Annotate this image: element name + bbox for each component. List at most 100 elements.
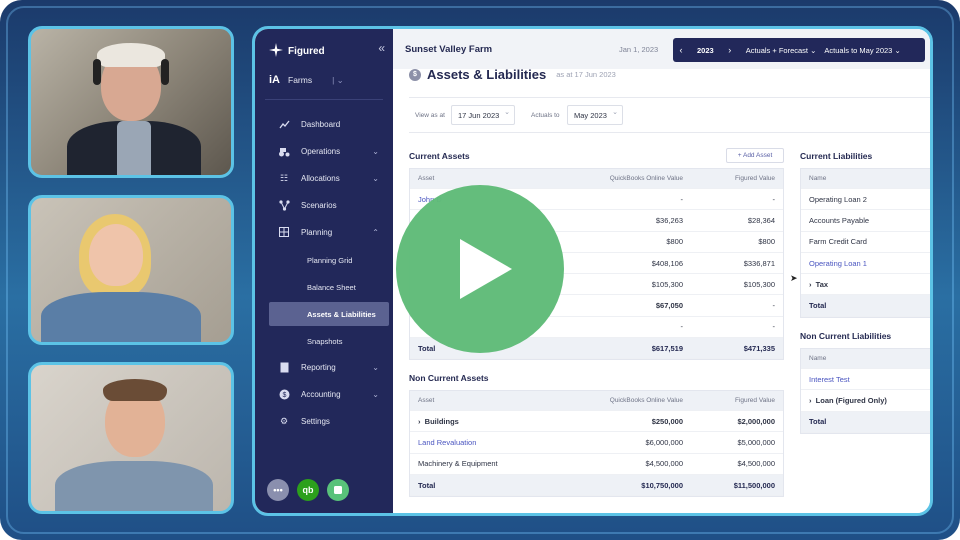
sidebar-subitem-assets-liabilities[interactable]: Assets & Liabilities (269, 302, 389, 326)
qbo-value: $800 (666, 237, 683, 247)
qbo-value: $250,000 (651, 416, 683, 426)
sidebar-item-operations[interactable]: Operations ⌄ (255, 140, 393, 162)
column-header: Figured Value (735, 175, 775, 182)
qbo-value: $105,300 (651, 279, 683, 289)
sidebar-subitem-planning-grid[interactable]: Planning Grid (269, 248, 389, 272)
actuals-to-label: Actuals to May 2023 (824, 45, 893, 55)
sidebar-item-label: Allocations (301, 173, 340, 183)
sidebar-item-accounting[interactable]: $ Accounting ⌄ (255, 383, 393, 405)
period-navigator: ‹ 2023 › Actuals + Forecast ⌄ Actuals to… (673, 38, 925, 62)
participant-video-2 (28, 195, 234, 345)
headphones-right (161, 59, 169, 85)
sidebar-item-label: Planning (301, 227, 333, 237)
actuals-to-dropdown[interactable]: Actuals to May 2023 ⌄ (824, 46, 900, 55)
svg-text:$: $ (282, 392, 286, 399)
more-icon[interactable]: ••• (267, 479, 289, 501)
sidebar-item-label: Dashboard (301, 119, 341, 129)
as-at-label: as at 17 Jun 2023 (556, 70, 616, 79)
figured-value: $5,000,000 (737, 437, 775, 447)
chart-line-icon (277, 117, 291, 131)
sidebar-item-settings[interactable]: ⚙ Settings (255, 410, 393, 432)
asset-name[interactable]: › Buildings (418, 417, 459, 426)
table-row[interactable]: › Buildings $250,000 $2,000,000 (410, 411, 783, 433)
table-row[interactable]: Accounts Payable (801, 210, 930, 232)
farm-logo-icon: iA (269, 74, 280, 86)
figured-value: $4,500,000 (737, 459, 775, 469)
dollar-icon: $ (277, 387, 291, 401)
add-asset-button[interactable]: + Add Asset (726, 148, 784, 163)
participant-shirt (117, 121, 151, 175)
liability-name-link[interactable]: Interest Test (809, 375, 850, 384)
sidebar-subitem-balance-sheet[interactable]: Balance Sheet (269, 275, 389, 299)
sidebar-item-label: Reporting (301, 362, 336, 372)
sidebar-item-dashboard[interactable]: Dashboard (255, 113, 393, 135)
actuals-to-value: May 2023 (574, 110, 607, 120)
chevron-right-icon[interactable]: › (722, 45, 738, 55)
play-button[interactable] (396, 185, 564, 353)
table-row[interactable]: Interest Test (801, 369, 930, 391)
total-qbo-value: $617,519 (651, 343, 683, 353)
sidebar-item-allocations[interactable]: ☷ Allocations ⌄ (255, 167, 393, 189)
view-as-at-select[interactable]: 17 Jun 2023 (451, 105, 515, 125)
quickbooks-icon[interactable]: qb (297, 479, 319, 501)
liability-name-link[interactable]: Operating Loan 1 (809, 259, 867, 268)
liability-name: Accounts Payable (809, 215, 870, 225)
branch-icon (277, 198, 291, 212)
qbo-value: - (680, 194, 684, 204)
chevron-right-icon: › (418, 416, 425, 426)
mode-dropdown[interactable]: Actuals + Forecast ⌄ (746, 46, 817, 55)
sidebar: Figured « iA Farms | ⌄ Dashboard Operati… (255, 29, 393, 513)
chevron-left-icon[interactable]: ‹ (673, 45, 689, 55)
liability-name: Farm Credit Card (809, 237, 867, 247)
mouse-cursor-icon: ➤ (790, 273, 798, 283)
table-total-row: Total (801, 411, 930, 433)
sidebar-item-planning[interactable]: Planning ⌃ (255, 221, 393, 243)
table-total-row: Total (801, 295, 930, 317)
actuals-to-select[interactable]: May 2023 (567, 105, 623, 125)
total-figured-value: $471,335 (743, 343, 775, 353)
table-row[interactable]: Land Revaluation $6,000,000 $5,000,000 (410, 432, 783, 454)
liability-name-label: Tax (815, 279, 829, 289)
participant-head (89, 224, 143, 286)
chevron-right-icon: › (809, 395, 816, 405)
double-chevron-left-icon[interactable]: « (378, 41, 385, 55)
liability-name[interactable]: › Loan (Figured Only) (809, 396, 887, 405)
sidebar-item-scenarios[interactable]: Scenarios (255, 194, 393, 216)
table-row[interactable]: Operating Loan 1 (801, 253, 930, 275)
table-row[interactable]: › Tax (801, 274, 930, 296)
table-row[interactable]: Farm Credit Card (801, 232, 930, 253)
liability-name[interactable]: › Tax (809, 280, 828, 289)
qbo-value: $36,263 (655, 215, 683, 225)
mode-label: Actuals + Forecast (745, 45, 809, 55)
table-row[interactable]: Operating Loan 2 (801, 189, 930, 211)
non-current-liabilities-title: Non Current Liabilities (800, 331, 892, 341)
sidebar-item-reporting[interactable]: Reporting ⌄ (255, 356, 393, 378)
total-label: Total (418, 480, 436, 490)
table-row[interactable]: › Loan (Figured Only) (801, 390, 930, 412)
column-header: Name (809, 175, 827, 182)
chevron-down-icon: ⌄ (372, 146, 379, 156)
table-row[interactable]: Machinery & Equipment $4,500,000 $4,500,… (410, 454, 783, 475)
liability-name: Operating Loan 2 (809, 194, 867, 204)
total-qbo-value: $10,750,000 (641, 480, 683, 490)
sidebar-subitem-label: Planning Grid (307, 255, 353, 265)
top-bar: Sunset Valley Farm Jan 1, 2023 ‹ 2023 › … (393, 29, 930, 69)
non-current-assets-title: Non Current Assets (409, 373, 489, 383)
participant-body (41, 292, 201, 342)
current-liabilities-title: Current Liabilities (800, 151, 873, 161)
sidebar-item-label: Scenarios (301, 200, 337, 210)
sidebar-divider (265, 99, 383, 100)
farm-switcher[interactable]: iA Farms | ⌄ (269, 74, 344, 86)
sidebar-subitem-snapshots[interactable]: Snapshots (269, 329, 389, 353)
page-title: Assets & Liabilities (427, 67, 547, 82)
table-total-row: Total $10,750,000 $11,500,000 (410, 474, 783, 497)
total-label: Total (418, 343, 436, 353)
current-assets-title: Current Assets (409, 151, 470, 161)
brand-logo[interactable]: Figured (269, 43, 325, 60)
asset-name-link[interactable]: Land Revaluation (418, 438, 476, 447)
view-as-at-label: View as at (415, 112, 445, 119)
document-icon (277, 360, 291, 374)
chat-icon[interactable] (327, 479, 349, 501)
column-header: QuickBooks Online Value (609, 397, 683, 404)
chevron-right-icon: › (809, 279, 816, 289)
